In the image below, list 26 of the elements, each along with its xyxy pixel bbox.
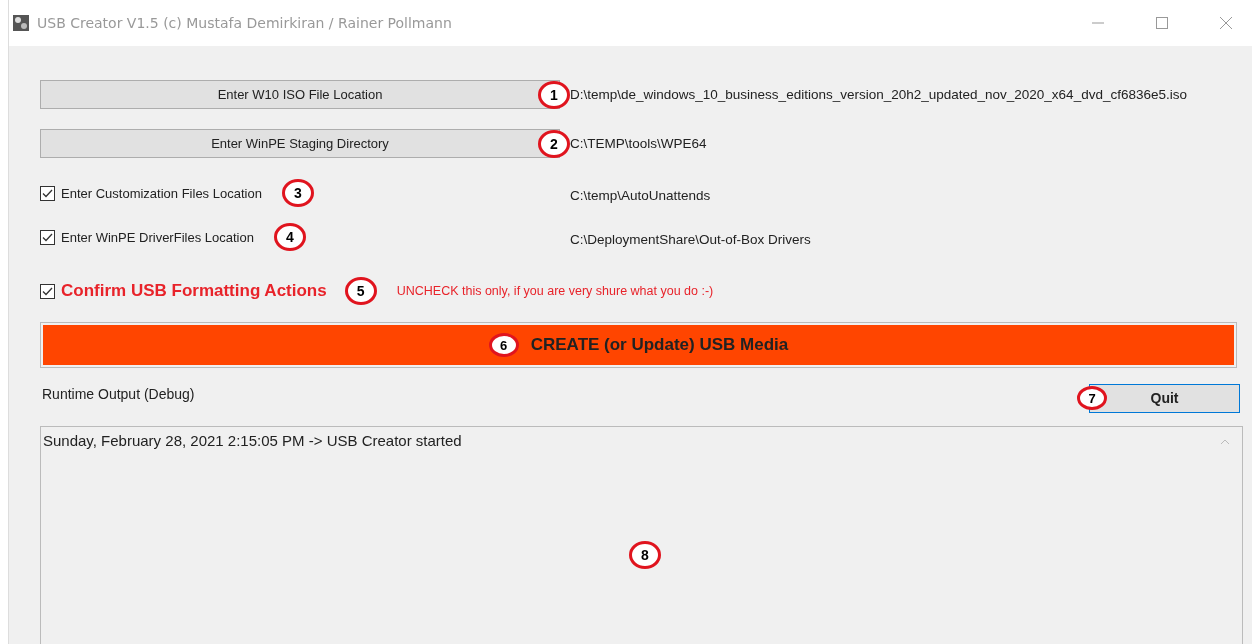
path-text: C:\DeploymentShare\Out-of-Box Drivers — [570, 231, 811, 247]
window-title: USB Creator V1.5 (c) Mustafa Demirkiran / Rainer Pollmann — [37, 15, 452, 31]
checkbox[interactable] — [40, 283, 55, 299]
callout-marker: 4 — [273, 223, 306, 251]
callout-marker: 3 — [281, 179, 314, 207]
callout-marker: 6 — [488, 333, 519, 357]
callout-marker: 8 — [629, 541, 661, 569]
checkbox[interactable] — [40, 229, 55, 245]
callout-marker: 5 — [344, 277, 377, 305]
checkbox-label[interactable]: Enter WinPE DriverFiles Location — [61, 229, 254, 245]
output-line: Sunday, February 28, 2021 2:15:05 PM -> USB Creator started — [42, 431, 462, 449]
scroll-up-icon[interactable] — [1220, 439, 1230, 445]
output-box[interactable]: Sunday, February 28, 2021 2:15:05 PM -> USB Creator started 8 — [40, 426, 1243, 644]
checkbox[interactable] — [40, 185, 55, 201]
create-button[interactable]: 6 CREATE (or Update) USB Media — [43, 325, 1234, 365]
close-icon[interactable] — [1220, 17, 1232, 29]
path-text: D:\temp\de_windows_10_business_editions_version_20h2_updated_nov_2020_x64_dvd_cf6836e5.iso — [570, 87, 1187, 102]
maximize-icon[interactable] — [1156, 17, 1168, 29]
checkbox-label[interactable]: Enter Customization Files Location — [61, 185, 262, 201]
checkbox-label[interactable]: Confirm USB Formatting Actions — [61, 281, 327, 301]
callout-marker: 7 — [1077, 386, 1107, 410]
path-text: C:\TEMP\tools\WPE64 — [570, 136, 707, 151]
path-text: C:\temp\AutoUnattends — [570, 187, 711, 203]
output-label: Runtime Output (Debug) — [42, 386, 195, 402]
warning-text: UNCHECK this only, if you are very shure what you do :-) — [396, 284, 714, 298]
app-icon — [13, 15, 29, 31]
